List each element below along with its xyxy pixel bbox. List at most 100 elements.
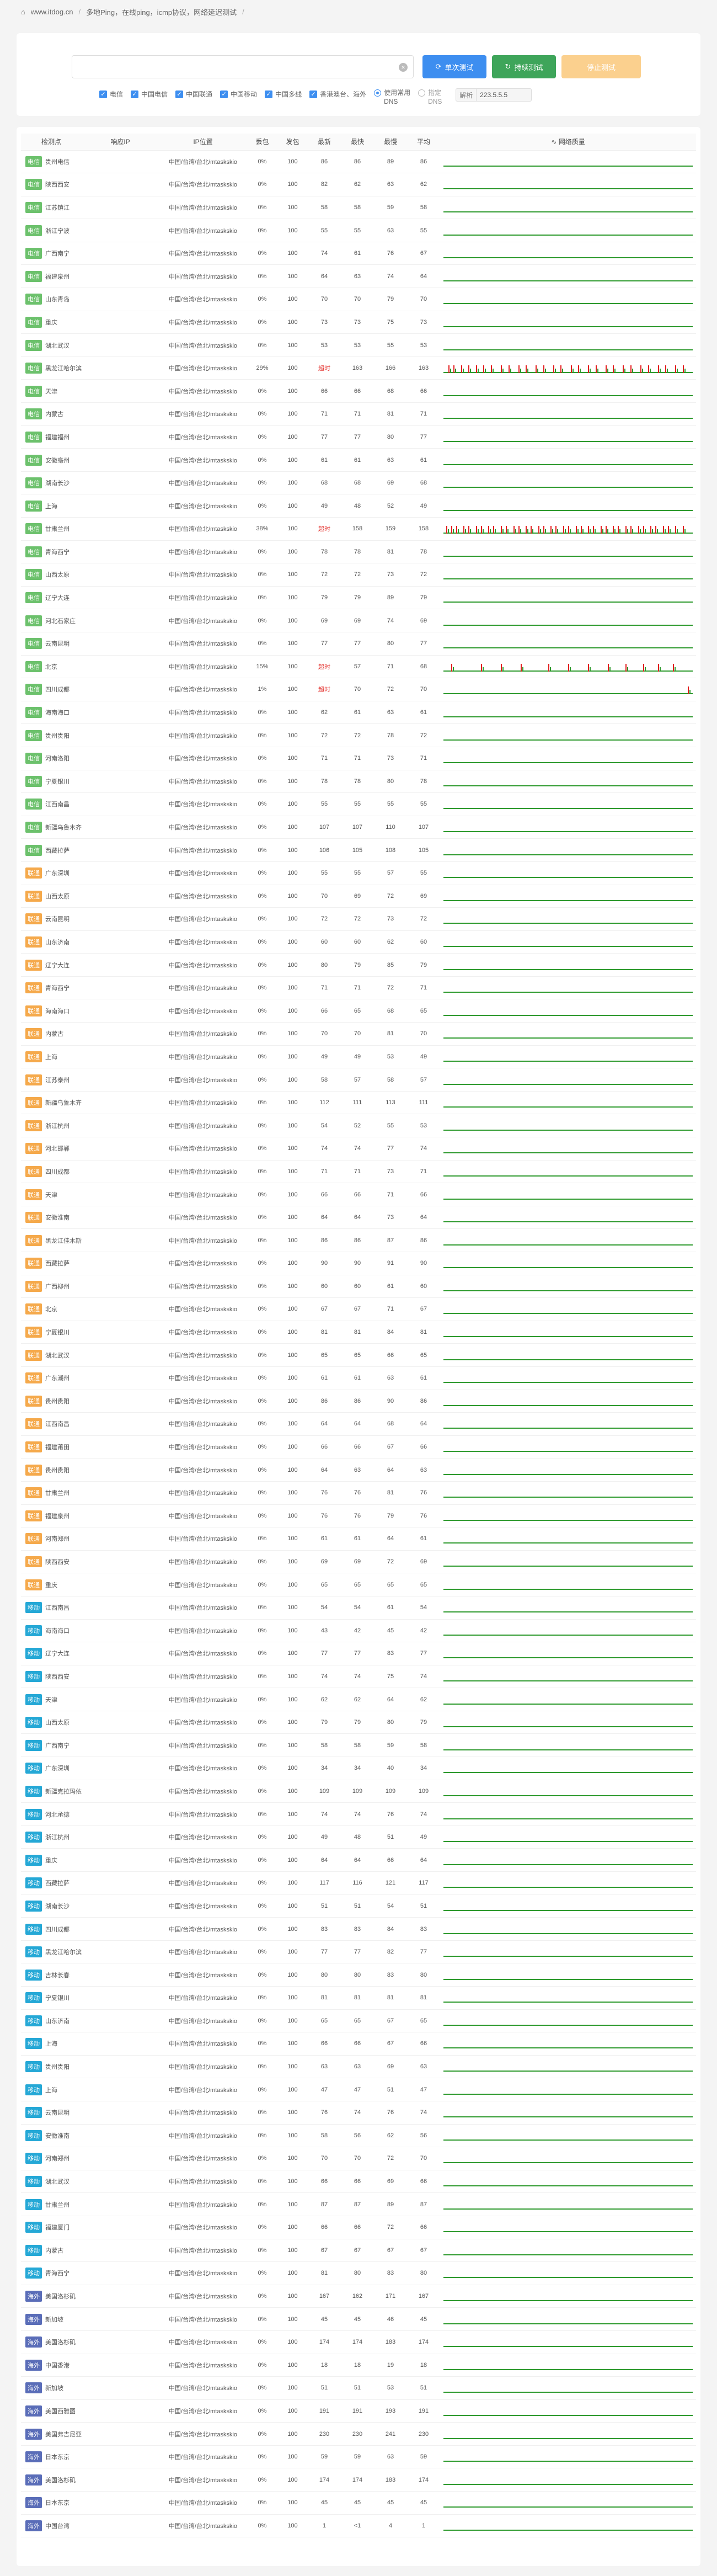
- packet-ok-mark: [684, 529, 686, 534]
- column-header[interactable]: IP位置: [159, 134, 247, 151]
- column-header[interactable]: 丢包: [247, 134, 277, 151]
- breadcrumb-page: 多地Ping，在线ping，icmp协议，网络延迟测试: [86, 8, 237, 17]
- latest-latency: 167: [308, 2285, 341, 2308]
- dns-radio-default[interactable]: 使用常用DNS: [374, 88, 410, 106]
- max-latency: 58: [374, 1068, 407, 1092]
- quality-sparkline-cell: [440, 2330, 696, 2354]
- continuous-test-button[interactable]: ↻ 持续测试: [492, 55, 556, 78]
- quality-baseline: [443, 2208, 693, 2210]
- response-ip: [82, 1206, 159, 1230]
- quality-baseline: [443, 624, 693, 626]
- node-cell: 联通 江西南昌: [21, 1412, 82, 1436]
- node-name: 安徽亳州: [45, 457, 69, 464]
- node-name: 北京: [45, 663, 57, 670]
- max-latency: 183: [374, 2330, 407, 2354]
- loss-rate: 0%: [247, 632, 277, 656]
- single-test-button[interactable]: ⟳ 单次测试: [422, 55, 486, 78]
- test-control-panel: × ⟳ 单次测试 ↻ 持续测试 停止测试 ✓ 电信 ✓ 中国电信 ✓ 中国联通 ✓ 中国移动 ✓…: [17, 33, 700, 116]
- target-input[interactable]: [72, 56, 413, 78]
- column-header[interactable]: 响应IP: [82, 134, 159, 151]
- column-header[interactable]: 平均: [407, 134, 440, 151]
- table-row: 移动 天津 中国/台湾/台北/mtaskskio 0% 100 62 62 64 62: [21, 1688, 696, 1711]
- sent-count: 100: [277, 2078, 308, 2101]
- max-latency: 51: [374, 1825, 407, 1849]
- isp-filter-checkbox[interactable]: ✓ 中国联通: [175, 89, 212, 99]
- stop-test-button[interactable]: 停止测试: [561, 55, 641, 78]
- max-latency: 63: [374, 1366, 407, 1390]
- breadcrumb-site[interactable]: www.itdog.cn: [31, 8, 73, 16]
- max-latency: 63: [374, 2445, 407, 2469]
- node-name: 甘肃兰州: [45, 526, 69, 533]
- loss-rate: 0%: [247, 1527, 277, 1551]
- latest-latency: 106: [308, 838, 341, 862]
- sent-count: 100: [277, 2009, 308, 2033]
- isp-filter-checkbox[interactable]: ✓ 中国多线: [265, 89, 302, 99]
- response-ip: [82, 2078, 159, 2101]
- quality-sparkline: [443, 2497, 693, 2509]
- avg-latency: 61: [407, 448, 440, 472]
- min-latency: 66: [341, 2032, 374, 2056]
- max-latency: 67: [374, 2239, 407, 2263]
- isp-badge: 电信: [25, 431, 42, 443]
- quality-sparkline-cell: [440, 1390, 696, 1413]
- packet-loss-mark: [453, 365, 455, 374]
- latest-latency: 72: [308, 563, 341, 587]
- packet-ok-mark: [570, 667, 571, 672]
- loss-rate: 0%: [247, 1802, 277, 1826]
- sent-count: 100: [277, 2101, 308, 2125]
- column-header[interactable]: 最快: [341, 134, 374, 151]
- sent-count: 100: [277, 1252, 308, 1275]
- isp-filter-checkbox[interactable]: ✓ 中国移动: [220, 89, 257, 99]
- node-cell: 联通 辽宁大连: [21, 953, 82, 977]
- sent-count: 100: [277, 2307, 308, 2331]
- latest-latency: 83: [308, 1917, 341, 1941]
- column-header[interactable]: 检测点: [21, 134, 82, 151]
- packet-ok-mark: [572, 369, 574, 374]
- quality-sparkline: [443, 1326, 693, 1338]
- home-icon[interactable]: ⌂: [21, 8, 25, 16]
- loss-rate: 0%: [247, 2101, 277, 2125]
- max-latency: 67: [374, 1435, 407, 1459]
- packet-ok-mark: [495, 529, 496, 534]
- latest-latency: 45: [308, 2307, 341, 2331]
- loss-rate: 0%: [247, 1068, 277, 1092]
- table-row: 海外 日本东京 中国/台湾/台北/mtaskskio 0% 100 59 59 63 59: [21, 2445, 696, 2469]
- loss-rate: 0%: [247, 425, 277, 449]
- packet-ok-mark: [609, 667, 611, 672]
- quality-sparkline: [443, 1808, 693, 1821]
- loss-rate: 0%: [247, 885, 277, 908]
- latest-latency: 65: [308, 2009, 341, 2033]
- sent-count: 100: [277, 1366, 308, 1390]
- response-ip: [82, 1390, 159, 1413]
- node-name: 重庆: [45, 319, 57, 326]
- max-latency: 55: [374, 1114, 407, 1138]
- node-name: 上海: [45, 503, 57, 510]
- column-header[interactable]: 最慢: [374, 134, 407, 151]
- latest-latency: 77: [308, 425, 341, 449]
- latest-latency: 65: [308, 1343, 341, 1367]
- response-ip: [82, 2354, 159, 2377]
- dns-radio-custom[interactable]: 指定DNS: [418, 88, 448, 106]
- node-cell: 电信 海南海口: [21, 701, 82, 725]
- dns-server-field[interactable]: 解析 223.5.5.5: [456, 88, 532, 102]
- max-latency: 81: [374, 1986, 407, 2010]
- ip-location: 中国/台湾/台北/mtaskskio: [159, 1802, 247, 1826]
- column-header[interactable]: 发包: [277, 134, 308, 151]
- avg-latency: 77: [407, 1940, 440, 1964]
- sent-count: 100: [277, 678, 308, 701]
- sent-count: 100: [277, 1642, 308, 1665]
- column-header[interactable]: 最新: [308, 134, 341, 151]
- response-ip: [82, 1642, 159, 1665]
- min-latency: 111: [341, 1091, 374, 1115]
- sent-count: 100: [277, 379, 308, 403]
- node-name: 河北承德: [45, 1811, 69, 1818]
- isp-badge: 联通: [25, 936, 42, 948]
- sent-count: 100: [277, 1802, 308, 1826]
- isp-filter-checkbox[interactable]: ✓ 香港澳台、海外: [309, 89, 366, 99]
- isp-filter-checkbox[interactable]: ✓ 中国电信: [131, 89, 168, 99]
- clear-icon[interactable]: ×: [399, 63, 408, 72]
- ip-location: 中国/台湾/台北/mtaskskio: [159, 1665, 247, 1689]
- packet-loss-mark: [451, 663, 452, 672]
- isp-filter-checkbox[interactable]: ✓ 电信: [99, 89, 123, 99]
- table-row: 电信 福建福州 中国/台湾/台北/mtaskskio 0% 100 77 77 80 77: [21, 425, 696, 449]
